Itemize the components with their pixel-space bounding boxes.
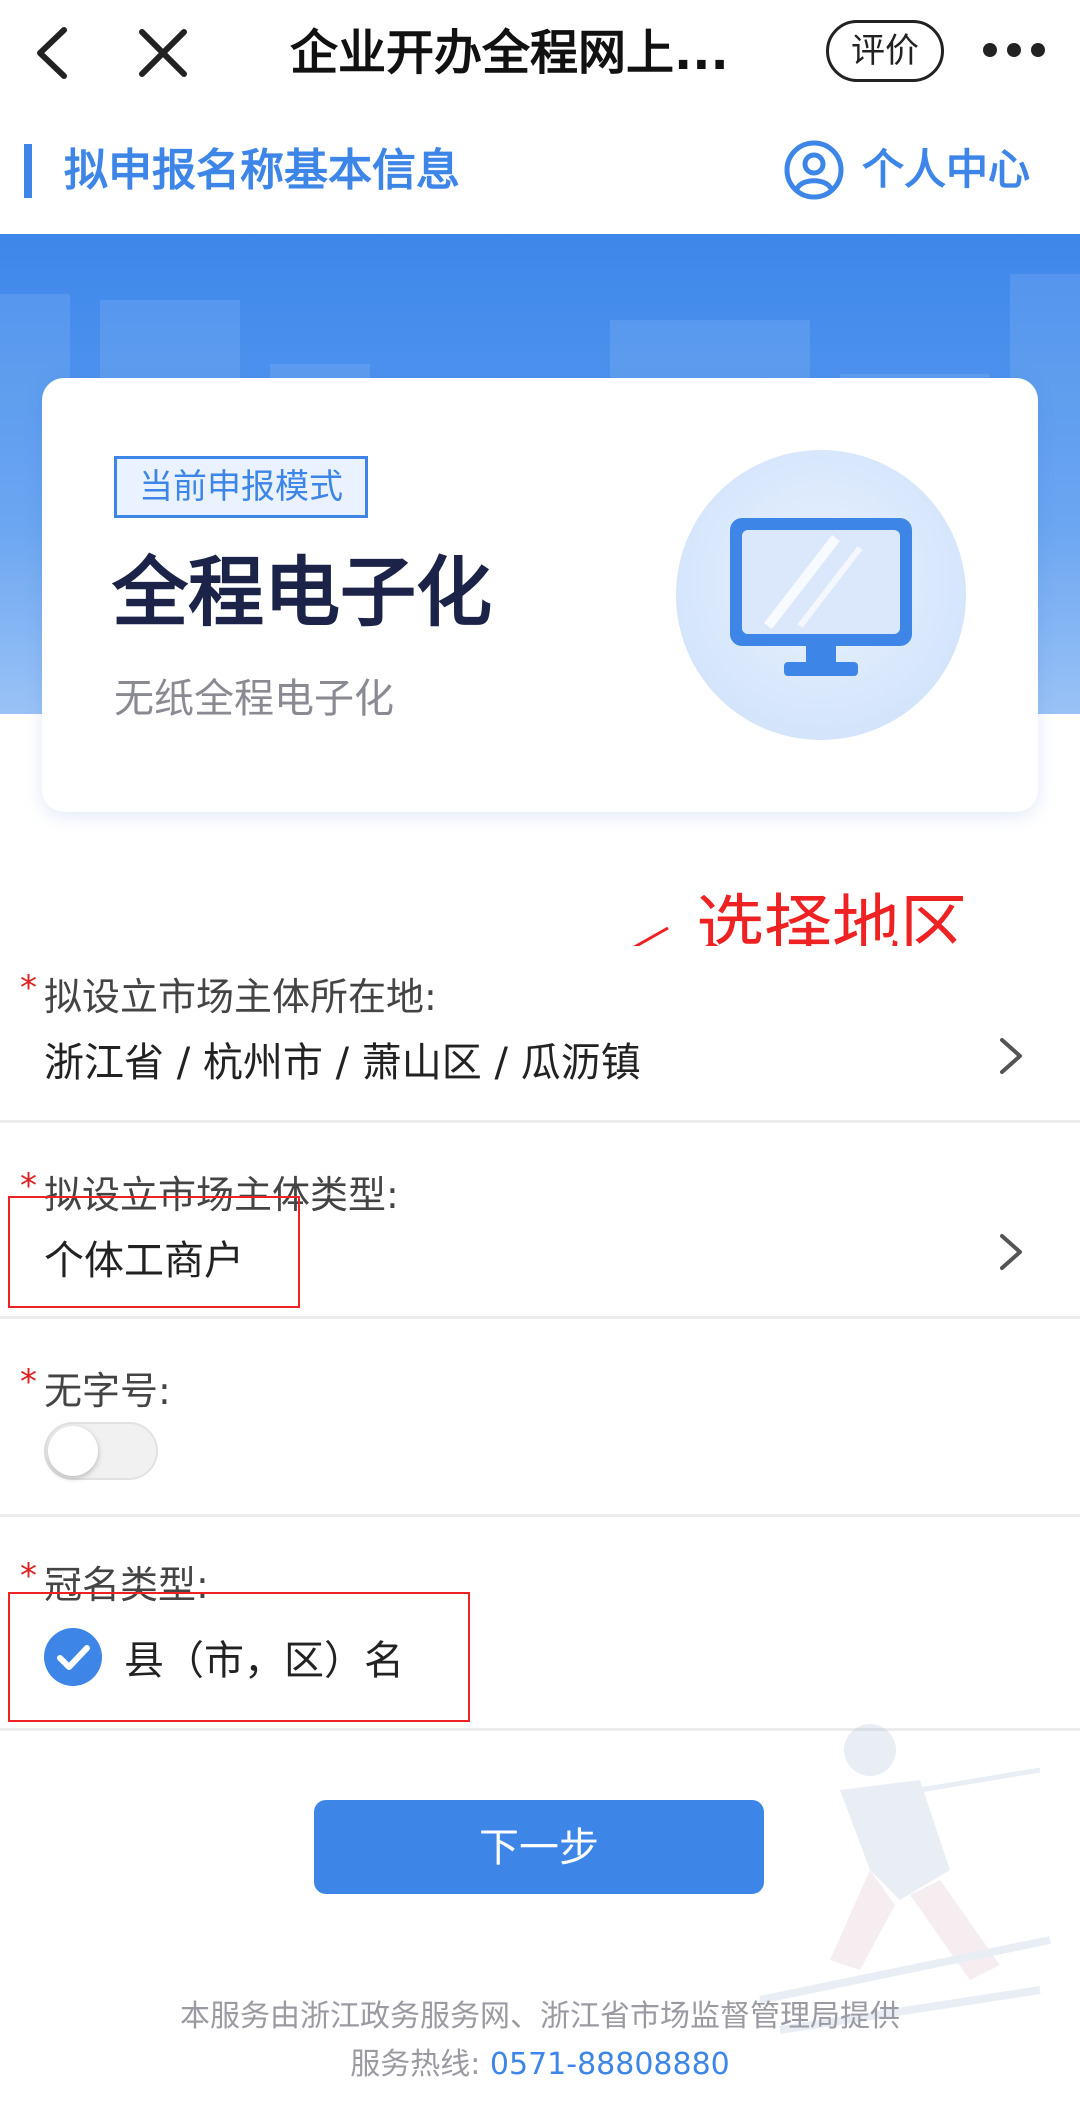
section-header: 拟申报名称基本信息 个人中心 <box>0 108 1080 234</box>
user-avatar-icon <box>784 140 844 200</box>
personal-center-link[interactable]: 个人中心 <box>780 132 1060 208</box>
computer-monitor-icon <box>676 450 966 740</box>
footer-hotline: 服务热线: 0571-88808880 <box>0 2042 1080 2088</box>
hotline-label: 服务热线: <box>350 2047 481 2082</box>
chevron-right-icon[interactable] <box>996 1034 1026 1078</box>
annotation-highlight-box <box>8 1196 300 1308</box>
required-mark: * <box>20 968 37 1008</box>
no-trade-name-row: * 无字号: <box>0 1320 1080 1514</box>
declaration-mode-card: 当前申报模式 全程电子化 无纸全程电子化 <box>42 378 1038 812</box>
back-arrow-icon[interactable] <box>30 22 80 84</box>
section-accent-bar <box>24 144 32 198</box>
no-trade-name-toggle[interactable] <box>44 1422 158 1480</box>
location-row[interactable]: * 拟设立市场主体所在地: 浙江省 / 杭州市 / 萧山区 / 瓜沥镇 <box>0 946 1080 1122</box>
annotation-highlight-box <box>8 1592 470 1722</box>
no-trade-name-label: 无字号: <box>44 1369 171 1413</box>
mode-title: 全程电子化 <box>112 548 492 637</box>
top-navbar: 企业开办全程网上... 评价 <box>0 0 1080 108</box>
personal-center-label: 个人中心 <box>862 145 1031 194</box>
footer-provider: 本服务由浙江政务服务网、浙江省市场监督管理局提供 <box>180 1999 900 2034</box>
location-value[interactable]: 浙江省 / 杭州市 / 萧山区 / 瓜沥镇 <box>44 1030 641 1088</box>
more-options-icon[interactable] <box>982 40 1046 60</box>
required-mark: * <box>20 1556 37 1596</box>
row-divider <box>0 1316 1080 1319</box>
section-title: 拟申报名称基本信息 <box>64 145 460 196</box>
mode-subtitle: 无纸全程电子化 <box>114 676 394 722</box>
current-mode-tag: 当前申报模式 <box>114 456 368 518</box>
location-label: 拟设立市场主体所在地: <box>44 975 437 1019</box>
next-step-button[interactable]: 下一步 <box>314 1800 764 1894</box>
evaluate-button[interactable]: 评价 <box>826 20 944 82</box>
page-title: 企业开办全程网上... <box>290 25 729 81</box>
toggle-knob <box>48 1426 98 1476</box>
row-divider <box>0 1120 1080 1123</box>
chevron-right-icon[interactable] <box>996 1230 1026 1274</box>
close-icon[interactable] <box>132 22 194 84</box>
hotline-number[interactable]: 0571-88808880 <box>490 2047 730 2082</box>
required-mark: * <box>20 1362 37 1402</box>
row-divider <box>0 1514 1080 1517</box>
